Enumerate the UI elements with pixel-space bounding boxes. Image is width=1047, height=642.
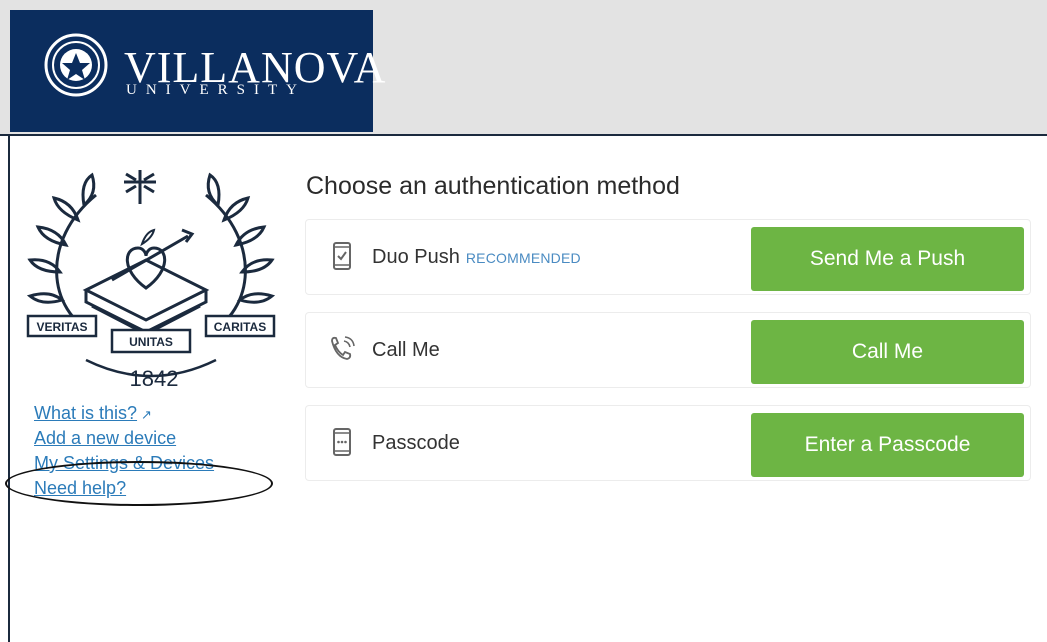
duo-push-label: Duo Push: [372, 246, 460, 268]
frame-border: [8, 136, 10, 642]
crest-year: 1842: [130, 366, 179, 391]
phone-push-icon: [333, 242, 351, 270]
passcode-label: Passcode: [372, 432, 460, 454]
method-row-passcode: Passcode Enter a Passcode: [305, 405, 1031, 481]
what-is-this-link[interactable]: What is this? ↗: [34, 401, 214, 426]
method-label: Passcode: [372, 430, 460, 456]
phone-call-icon: [331, 336, 355, 360]
villanova-crest-icon: VERITAS UNITAS CARITAS 1842: [26, 170, 276, 391]
external-link-icon: ↗: [141, 407, 152, 422]
crest-banner-left: VERITAS: [36, 320, 87, 334]
need-help-link[interactable]: Need help?: [34, 476, 214, 501]
call-me-label: Call Me: [372, 339, 440, 361]
page-title: Choose an authentication method: [306, 172, 680, 200]
crest-banner-right: CARITAS: [214, 320, 266, 334]
method-label: Call Me: [372, 337, 440, 363]
villanova-logo: VILLANOVA UNIVERSITY: [10, 10, 385, 132]
recommended-badge: RECOMMENDED: [465, 250, 581, 266]
method-row-call-me: Call Me Call Me: [305, 312, 1031, 388]
university-seal-icon: [44, 33, 108, 97]
what-is-this-label: What is this?: [34, 403, 138, 423]
settings-devices-link[interactable]: My Settings & Devices: [34, 451, 214, 476]
side-links: What is this? ↗ Add a new device My Setti…: [34, 401, 214, 501]
passcode-icon: [333, 428, 351, 456]
method-row-duo-push: Duo Push RECOMMENDED Send Me a Push: [305, 219, 1031, 295]
logo-subtitle: UNIVERSITY: [126, 82, 306, 98]
enter-passcode-button[interactable]: Enter a Passcode: [751, 413, 1024, 477]
call-me-button[interactable]: Call Me: [751, 320, 1024, 384]
add-device-link[interactable]: Add a new device: [34, 426, 214, 451]
method-label: Duo Push RECOMMENDED: [372, 244, 581, 271]
header-bar: VILLANOVA UNIVERSITY: [0, 0, 1047, 136]
send-push-button[interactable]: Send Me a Push: [751, 227, 1024, 291]
crest-banner-center: UNITAS: [129, 335, 173, 349]
